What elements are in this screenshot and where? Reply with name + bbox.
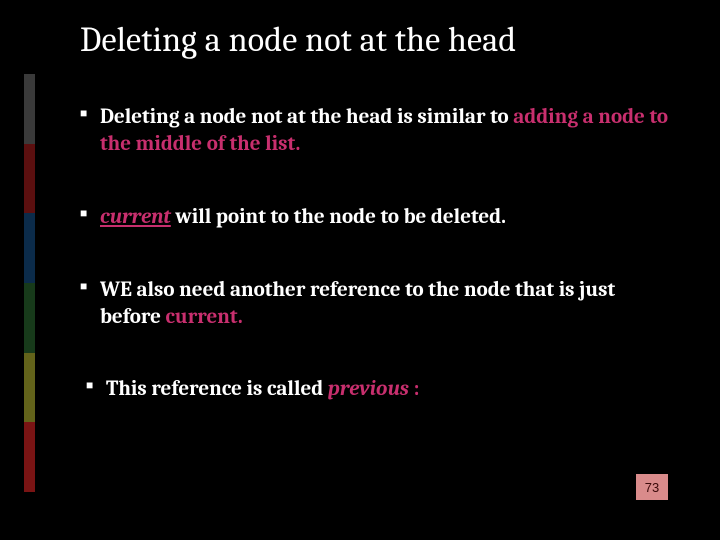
bullet-accent-text: current.: [165, 305, 242, 329]
slide-title: Deleting a node not at the head: [80, 20, 516, 60]
slide-content: Deleting a node not at the head is simil…: [80, 104, 680, 449]
bullet-item: This reference is called previous :: [86, 376, 680, 403]
bullet-item: WE also need another reference to the no…: [80, 277, 680, 331]
accent-seg: [24, 353, 35, 423]
bullet-text: This reference is called: [106, 377, 328, 401]
accent-seg: [24, 283, 35, 353]
accent-seg: [24, 74, 35, 144]
slide: Deleting a node not at the head Deleting…: [0, 0, 720, 540]
accent-bar: [24, 74, 35, 492]
bullet-text: Deleting a node not at the head is simil…: [100, 105, 513, 129]
bullet-accent-italic: current: [100, 205, 171, 229]
bullet-item: current will point to the node to be del…: [80, 204, 680, 231]
page-number: 73: [636, 474, 668, 500]
accent-seg: [24, 213, 35, 283]
bullet-accent-text: :: [409, 377, 420, 401]
accent-seg: [24, 144, 35, 214]
bullet-accent-italic: previous: [328, 377, 409, 401]
accent-seg: [24, 422, 35, 492]
bullet-item: Deleting a node not at the head is simil…: [80, 104, 680, 158]
bullet-text: will point to the node to be deleted.: [175, 205, 506, 229]
